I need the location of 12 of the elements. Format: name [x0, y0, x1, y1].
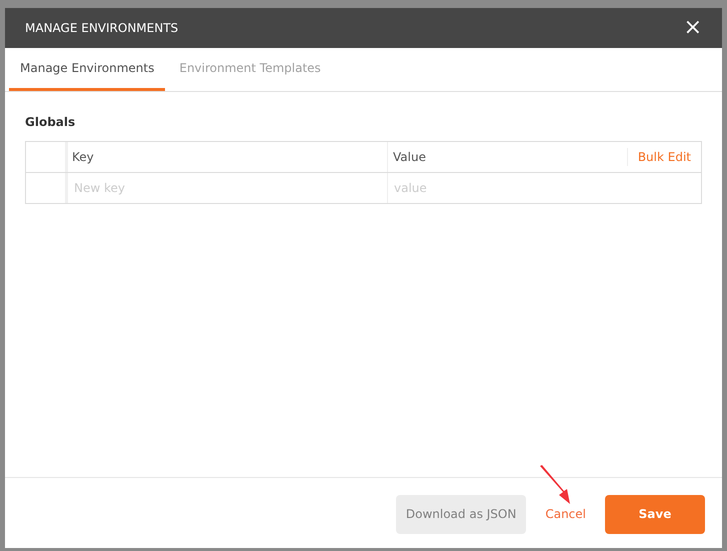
tab[interactable]: Manage Environments: [9, 48, 166, 91]
column-header: Key: [68, 142, 388, 172]
column-header: Value: [392, 149, 427, 166]
tab[interactable]: Environment Templates: [165, 48, 335, 91]
save-button[interactable]: Save: [605, 494, 705, 534]
close-button[interactable]: ×: [684, 17, 702, 39]
dialog-title: MANAGE ENVIRONMENTS: [25, 20, 178, 37]
section-title: Globals: [25, 114, 76, 131]
download-button[interactable]: Download as JSON: [396, 494, 526, 534]
cancel-link[interactable]: Cancel: [537, 494, 594, 534]
arrow-annotation: [538, 464, 572, 506]
bulk-edit-link[interactable]: Bulk Edit: [638, 148, 691, 166]
